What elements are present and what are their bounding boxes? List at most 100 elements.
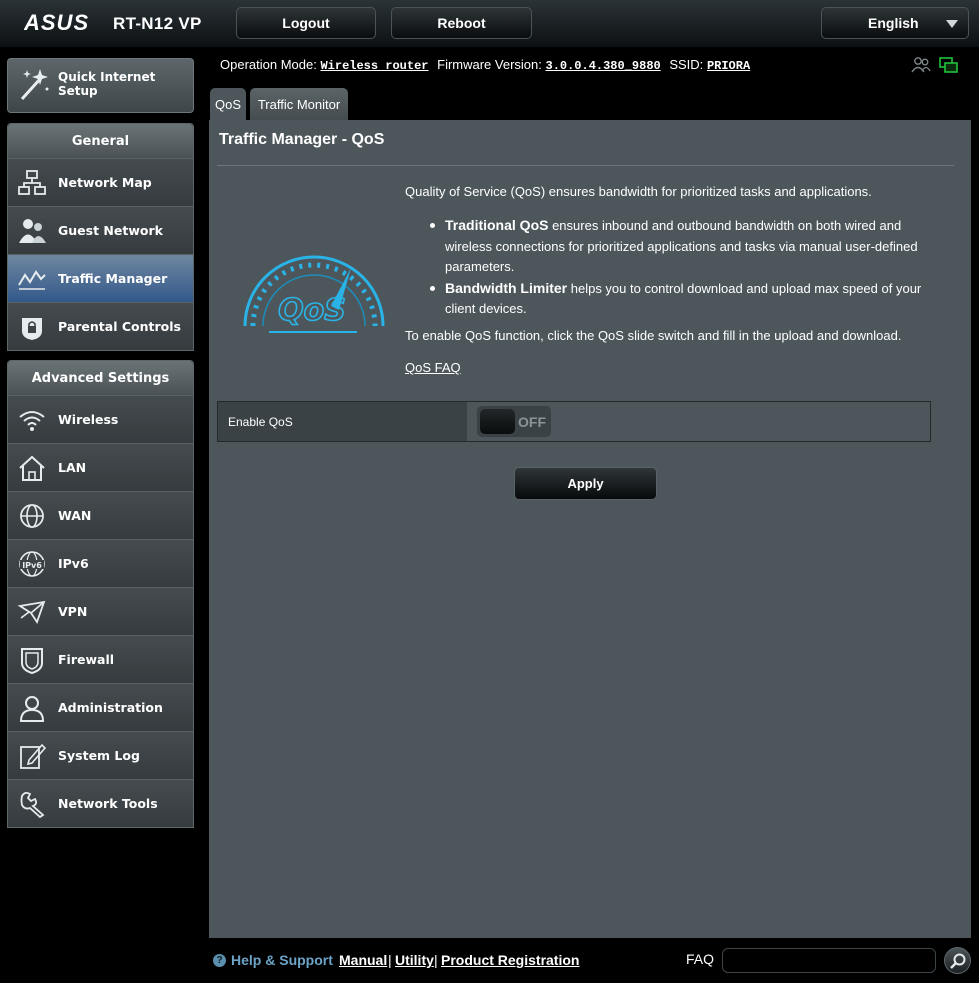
- system-log-icon: [20, 743, 47, 769]
- language-select[interactable]: English: [821, 7, 969, 39]
- asus-logo: ASUS: [24, 10, 89, 35]
- status-icons: [911, 56, 959, 74]
- general-header: General: [8, 124, 193, 158]
- sidebar-item-label: VPN: [58, 604, 88, 619]
- tab-qos[interactable]: QoS: [210, 88, 246, 120]
- main-panel: Traffic Manager - QoS QoS Quality of Ser…: [209, 120, 971, 938]
- help-icon: ?: [213, 954, 226, 967]
- top-bar: ASUS RT-N12 VP Logout Reboot English: [0, 0, 979, 48]
- advanced-menu: Advanced Settings Wireless LAN WAN IPv6: [7, 360, 194, 828]
- sidebar-item-label: System Log: [58, 748, 140, 763]
- sidebar-item-label: Network Tools: [58, 796, 158, 811]
- wireless-icon: [19, 411, 45, 431]
- operation-mode-link[interactable]: Wireless router: [320, 59, 428, 73]
- router-model: RT-N12 VP: [113, 14, 202, 33]
- qos-graphic-text: QoS: [278, 293, 346, 328]
- logout-button[interactable]: Logout: [236, 7, 376, 39]
- sidebar-item-label: Guest Network: [58, 223, 163, 238]
- manual-link[interactable]: Manual: [339, 952, 387, 968]
- apply-button[interactable]: Apply: [514, 467, 657, 500]
- wrench-icon: [20, 791, 45, 818]
- page-title: Traffic Manager - QoS: [219, 131, 385, 148]
- firmware-link[interactable]: 3.0.0.4.380_9880: [546, 59, 661, 73]
- wan-globe-icon: [20, 504, 44, 528]
- sidebar-item-administration[interactable]: Administration: [8, 683, 193, 731]
- sidebar-item-wireless[interactable]: Wireless: [8, 395, 193, 443]
- bullet-term: Traditional QoS: [445, 217, 549, 233]
- sidebar-item-label: Parental Controls: [58, 319, 181, 334]
- list-item: Bandwidth Limiter helps you to control d…: [427, 278, 927, 320]
- sidebar-item-lan[interactable]: LAN: [8, 443, 193, 491]
- lan-icon: [19, 455, 45, 481]
- list-item: Traditional QoS ensures inbound and outb…: [427, 215, 927, 278]
- sidebar-item-wan[interactable]: WAN: [8, 491, 193, 539]
- sidebar-item-parental-controls[interactable]: Parental Controls: [8, 302, 193, 350]
- ssid-link[interactable]: PRIORA: [707, 59, 750, 73]
- magic-wand-icon: [20, 69, 49, 101]
- sidebar-item-label: LAN: [58, 460, 87, 475]
- status-line: Operation Mode: Wireless router Firmware…: [220, 57, 750, 73]
- product-registration-link[interactable]: Product Registration: [441, 952, 579, 968]
- search-icon: [950, 953, 966, 969]
- qos-intro-text: Quality of Service (QoS) ensures bandwid…: [405, 184, 872, 199]
- clients-icon[interactable]: [911, 56, 931, 74]
- toggle-knob: [480, 409, 515, 434]
- faq-search-button[interactable]: [944, 947, 971, 974]
- enable-qos-cell: OFF: [467, 402, 930, 441]
- footer: ? Help & Support Manual | Utility | Prod…: [209, 946, 979, 976]
- sidebar-item-label: Network Map: [58, 175, 152, 190]
- enable-note-text: To enable QoS function, click the QoS sl…: [405, 328, 902, 343]
- faq-label: FAQ: [686, 951, 715, 967]
- chevron-down-icon: [946, 20, 958, 28]
- advanced-header: Advanced Settings: [8, 361, 193, 395]
- guest-network-icon: [19, 219, 46, 243]
- quick-internet-setup-button[interactable]: Quick Internet Setup: [7, 58, 194, 113]
- toggle-state: OFF: [518, 414, 546, 430]
- traffic-manager-icon: [18, 270, 46, 290]
- reboot-button[interactable]: Reboot: [391, 7, 532, 39]
- sidebar-item-label: Firewall: [58, 652, 115, 667]
- firewall-icon: [21, 648, 43, 674]
- svg-text:IPv6: IPv6: [22, 561, 42, 570]
- language-value: English: [868, 15, 919, 31]
- sidebar-item-ipv6[interactable]: IPv6 IPv6: [8, 539, 193, 587]
- parental-controls-icon: [22, 318, 42, 340]
- help-support-label: Help & Support: [231, 952, 333, 968]
- sidebar-item-label: WAN: [58, 508, 92, 523]
- ipv6-icon: IPv6: [19, 551, 45, 577]
- sidebar-item-traffic-manager[interactable]: Traffic Manager: [8, 254, 193, 302]
- svg-text:ASUS: ASUS: [24, 10, 89, 35]
- vpn-icon: [17, 600, 46, 625]
- ssid-label: SSID:: [669, 57, 704, 72]
- enable-qos-row: Enable QoS OFF: [217, 401, 931, 442]
- sidebar-item-network-map[interactable]: Network Map: [8, 158, 193, 206]
- sidebar-item-label: Wireless: [58, 412, 119, 427]
- divider: [217, 165, 954, 166]
- sidebar-item-guest-network[interactable]: Guest Network: [8, 206, 193, 254]
- qos-speedometer-graphic: QoS: [243, 255, 385, 333]
- network-status-icon[interactable]: [939, 56, 959, 74]
- general-menu: General Network Map Guest Network Traffi…: [7, 123, 194, 351]
- footer-separator: |: [388, 952, 392, 968]
- qos-faq-link[interactable]: QoS FAQ: [405, 360, 461, 375]
- administration-icon: [19, 696, 45, 722]
- qos-toggle-switch[interactable]: OFF: [477, 406, 551, 437]
- sidebar-item-label: Traffic Manager: [58, 271, 168, 286]
- tab-traffic-monitor[interactable]: Traffic Monitor: [250, 88, 348, 120]
- quick-setup-label: Quick Internet Setup: [58, 70, 156, 98]
- operation-mode-label: Operation Mode:: [220, 57, 317, 72]
- sidebar-item-firewall[interactable]: Firewall: [8, 635, 193, 683]
- firmware-label: Firmware Version:: [437, 57, 542, 72]
- footer-separator: |: [434, 952, 438, 968]
- sidebar-item-label: Administration: [58, 700, 163, 715]
- faq-search-input[interactable]: [722, 948, 936, 973]
- qos-feature-list: Traditional QoS ensures inbound and outb…: [427, 215, 927, 320]
- bullet-term: Bandwidth Limiter: [445, 279, 568, 296]
- network-map-icon: [18, 170, 46, 195]
- sidebar-item-vpn[interactable]: VPN: [8, 587, 193, 635]
- enable-qos-label: Enable QoS: [218, 402, 467, 441]
- sidebar-item-network-tools[interactable]: Network Tools: [8, 779, 193, 827]
- sidebar-item-system-log[interactable]: System Log: [8, 731, 193, 779]
- sidebar-item-label: IPv6: [58, 556, 89, 571]
- utility-link[interactable]: Utility: [395, 952, 434, 968]
